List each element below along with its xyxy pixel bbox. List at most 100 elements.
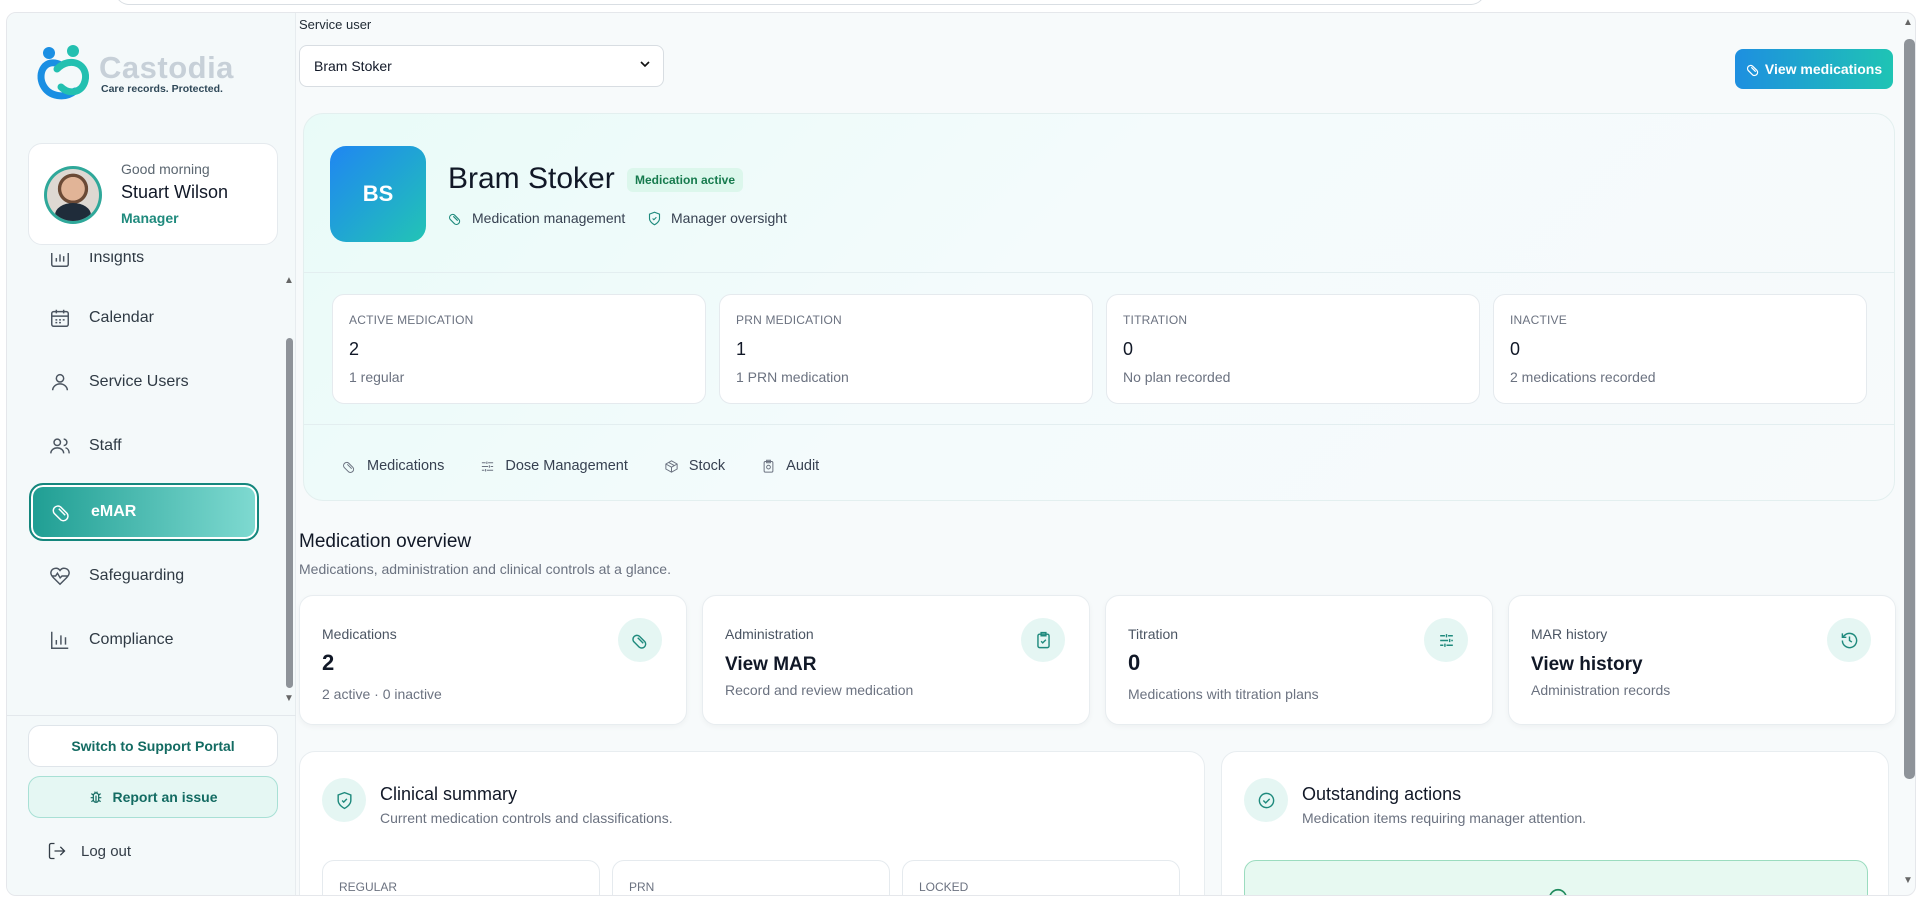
- clipboard-check-icon: [1021, 618, 1065, 662]
- profile-avatar: BS: [330, 146, 426, 242]
- stat-card-active: ACTIVE MEDICATION 2 1 regular: [332, 294, 706, 404]
- audit-icon: [763, 459, 774, 473]
- service-user-label: Service user: [299, 17, 372, 32]
- tab-dose-management[interactable]: Dose Management: [480, 458, 628, 474]
- sidebar-item-staff[interactable]: Staff: [29, 419, 259, 473]
- pill-icon: [449, 213, 461, 225]
- overview-card-medications[interactable]: Medications 2 2 active · 0 inactive: [299, 595, 687, 725]
- pill-icon: [52, 505, 69, 522]
- clinical-summary-panel: Clinical summary Current medication cont…: [299, 751, 1205, 895]
- profile-meta-label: Medication management: [472, 210, 626, 226]
- sliders-icon: [1424, 618, 1468, 662]
- sidebar-item-label: Safeguarding: [89, 567, 185, 584]
- pill-icon: [1746, 64, 1759, 76]
- summary-label: LOCKED: [919, 880, 969, 894]
- user-role: Manager: [121, 210, 179, 226]
- tab-stock[interactable]: Stock: [664, 458, 725, 474]
- logout-label: Log out: [81, 842, 132, 860]
- tab-audit[interactable]: Audit: [761, 458, 819, 474]
- switch-support-portal-button[interactable]: Switch to Support Portal: [28, 725, 278, 767]
- service-user-selected: Bram Stoker: [314, 58, 392, 74]
- card-label: MAR history: [1531, 626, 1608, 642]
- sidebar-item-calendar[interactable]: Calendar: [29, 291, 259, 345]
- stat-value: 0: [1123, 339, 1134, 359]
- main-scrollbar[interactable]: [1904, 39, 1915, 779]
- overview-card-mar-history[interactable]: MAR history View history Administration …: [1508, 595, 1896, 725]
- pill-icon: [618, 618, 662, 662]
- heart-pulse-icon: [50, 567, 70, 586]
- check-circle-icon: [1244, 778, 1288, 822]
- profile-meta-label: Manager oversight: [671, 210, 787, 226]
- summary-box-locked: LOCKED: [902, 860, 1180, 895]
- history-icon: [1827, 618, 1871, 662]
- sidebar-item-service-users[interactable]: Service Users: [29, 355, 259, 409]
- overview-card-administration[interactable]: Administration View MAR Record and revie…: [702, 595, 1090, 725]
- sidebar-scrollbar[interactable]: [286, 338, 293, 688]
- user-greeting: Good morning: [121, 161, 210, 177]
- avatar: [44, 166, 102, 224]
- stat-label: TITRATION: [1123, 313, 1188, 327]
- sidebar-item-compliance[interactable]: Compliance: [29, 613, 259, 667]
- bar-chart-icon: [51, 631, 69, 649]
- view-medications-label: View medications: [1764, 61, 1883, 77]
- card-value: 2: [322, 650, 335, 675]
- chevron-down-icon: [640, 61, 650, 68]
- sidebar-item-insights[interactable]: Insights: [29, 253, 259, 285]
- package-icon: [665, 459, 678, 473]
- logout-button[interactable]: Log out: [47, 841, 131, 861]
- tab-label: Dose Management: [505, 458, 628, 474]
- sidebar-item-label: Calendar: [89, 309, 154, 326]
- scroll-down-arrow[interactable]: ▼: [284, 693, 294, 704]
- stat-sub: 1 PRN medication: [736, 369, 849, 385]
- user-card[interactable]: Good morning Stuart Wilson Manager: [28, 143, 278, 245]
- sidebar-item-label: Insights: [89, 253, 145, 266]
- main-scroll-down-arrow[interactable]: ▼: [1903, 875, 1913, 886]
- browser-address-bar: [115, 0, 1485, 5]
- report-issue-label: Report an issue: [112, 789, 218, 805]
- insights-icon: [51, 253, 69, 267]
- panel-subtitle: Medication items requiring manager atten…: [1302, 810, 1587, 826]
- brand-name: Castodia: [99, 49, 234, 85]
- stat-label: ACTIVE MEDICATION: [349, 313, 474, 327]
- overview-card-titration[interactable]: Titration 0 Medications with titration p…: [1105, 595, 1493, 725]
- view-medications-button[interactable]: View medications: [1735, 49, 1893, 89]
- sidebar-item-emar[interactable]: eMAR: [29, 483, 259, 541]
- service-user-select[interactable]: Bram Stoker: [299, 45, 664, 87]
- stat-value: 0: [1510, 339, 1521, 359]
- brand-logo[interactable]: Castodia Care records. Protected.: [35, 43, 234, 103]
- profile-name: Bram Stoker: [448, 162, 615, 195]
- card-sub: Record and review medication: [725, 682, 914, 698]
- tab-label: Medications: [367, 458, 445, 474]
- summary-box-regular: REGULAR: [322, 860, 600, 895]
- tab-medications[interactable]: Medications: [342, 458, 444, 474]
- stat-sub: No plan recorded: [1123, 369, 1231, 385]
- main-scroll-up-arrow[interactable]: ▲: [1903, 17, 1913, 28]
- card-value: View MAR: [725, 654, 817, 675]
- sliders-icon: [482, 461, 494, 471]
- profile-meta-medication: Medication management: [448, 210, 625, 226]
- panel-subtitle: Current medication controls and classifi…: [380, 810, 673, 826]
- stat-label: PRN MEDICATION: [736, 313, 842, 327]
- summary-label: REGULAR: [339, 880, 398, 894]
- card-sub: Administration records: [1531, 682, 1671, 698]
- sidebar-divider: [7, 715, 296, 716]
- sidebar-item-label: Staff: [89, 437, 122, 454]
- scroll-up-arrow[interactable]: ▲: [284, 275, 294, 286]
- card-sub: 2 active · 0 inactive: [322, 686, 442, 702]
- stat-card-titration: TITRATION 0 No plan recorded: [1106, 294, 1480, 404]
- sidebar-item-safeguarding[interactable]: Safeguarding: [29, 549, 259, 603]
- report-issue-button[interactable]: Report an issue: [28, 776, 278, 818]
- panel-title: Outstanding actions: [1302, 784, 1462, 804]
- pill-icon: [343, 461, 355, 473]
- tab-label: Audit: [786, 458, 820, 474]
- shield-check-icon: [648, 211, 661, 225]
- stat-sub: 1 regular: [349, 369, 405, 385]
- stat-sub: 2 medications recorded: [1510, 369, 1656, 385]
- card-label: Medications: [322, 626, 397, 642]
- outstanding-actions-panel: Outstanding actions Medication items req…: [1221, 751, 1889, 895]
- users-icon: [50, 438, 70, 454]
- card-value: View history: [1531, 654, 1643, 675]
- logout-icon: [48, 842, 66, 860]
- overview-title: Medication overview: [299, 531, 472, 552]
- stat-value: 1: [736, 339, 747, 359]
